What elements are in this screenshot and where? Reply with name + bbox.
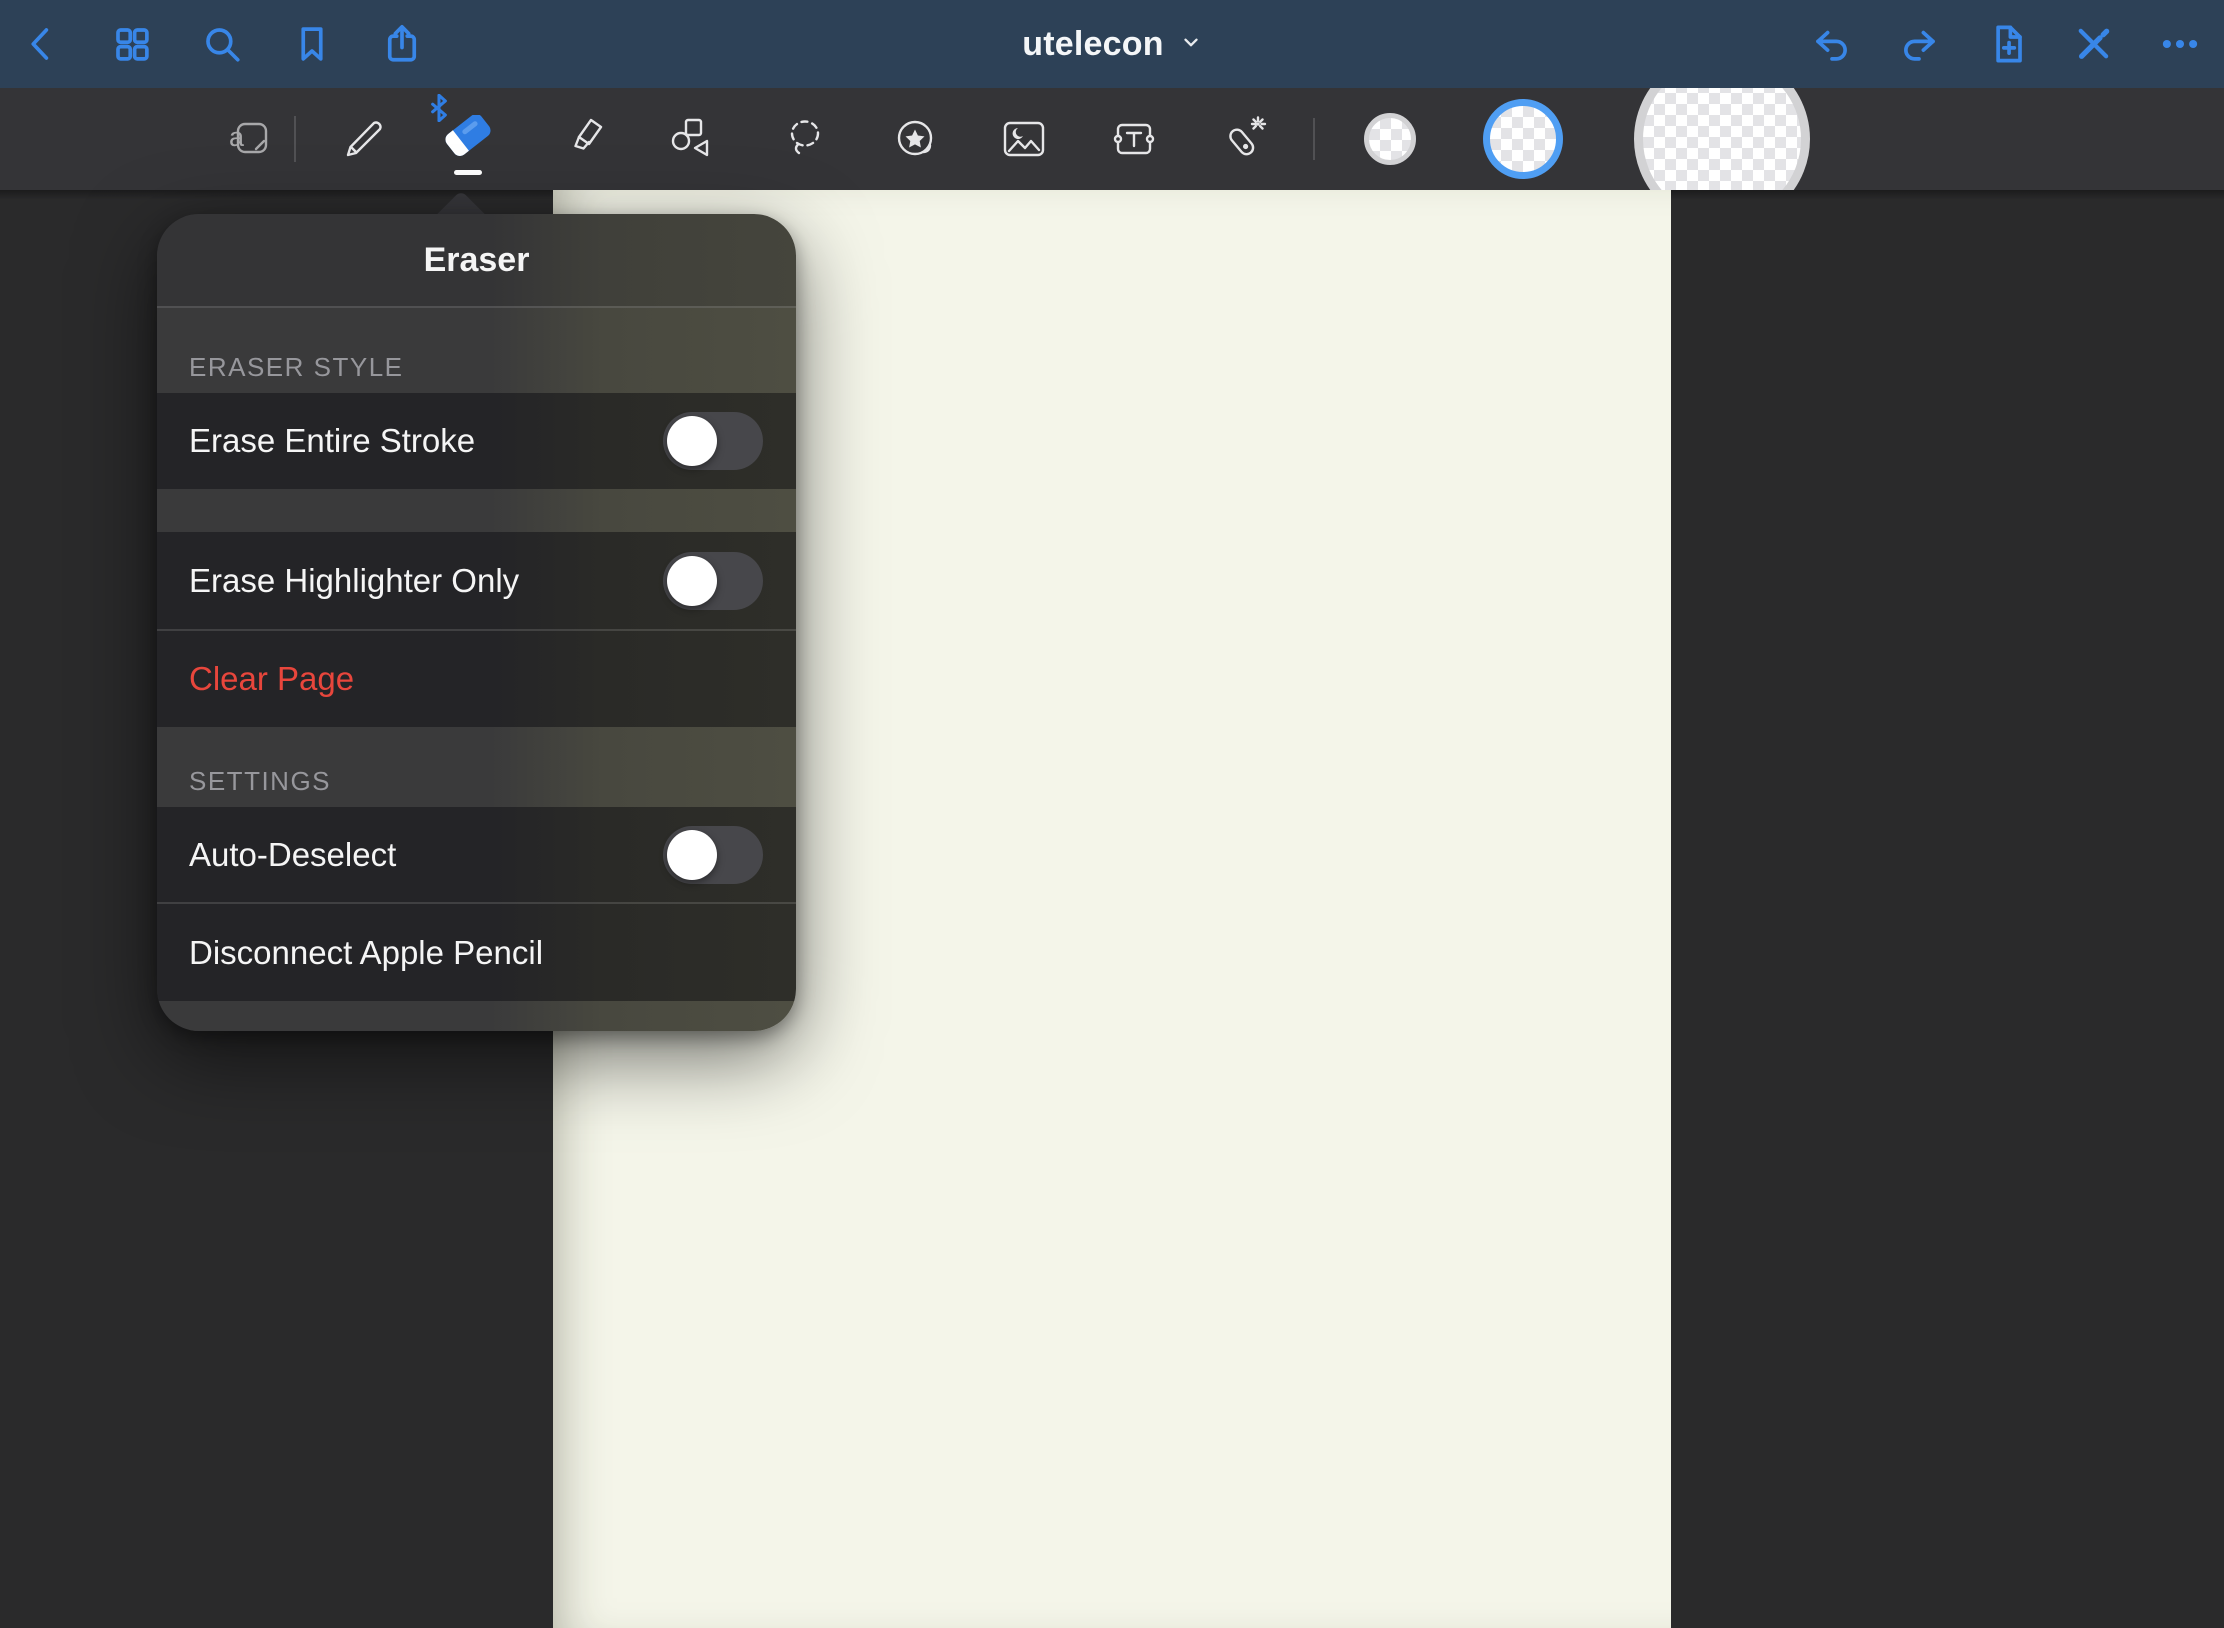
stickers-tool[interactable]	[883, 107, 947, 171]
section-header-settings: SETTINGS	[157, 727, 796, 807]
goodnotes-app-window: utelecon	[0, 0, 2224, 1628]
search-icon	[201, 23, 243, 65]
more-options-button[interactable]	[2152, 16, 2208, 72]
nav-right-group	[1804, 16, 2208, 72]
pen-icon	[340, 115, 388, 163]
toggle-knob	[667, 556, 717, 606]
tool-bar: a	[0, 88, 2224, 190]
svg-text:a: a	[229, 122, 245, 152]
bookmark-icon	[291, 23, 333, 65]
eraser-popup: Eraser ERASER STYLE Erase Entire Stroke …	[157, 214, 796, 1031]
erase-entire-stroke-label: Erase Entire Stroke	[189, 422, 475, 460]
document-title[interactable]: utelecon	[1022, 25, 1163, 64]
shapes-tool[interactable]	[660, 107, 724, 171]
crossed-pencil-icon	[2072, 23, 2114, 65]
zoom-window-tool[interactable]: a	[220, 107, 284, 171]
laser-pointer-icon	[1221, 115, 1269, 163]
image-icon	[1000, 115, 1048, 163]
laser-pointer-tool[interactable]	[1213, 107, 1277, 171]
eraser-popup-wrapper: Eraser ERASER STYLE Erase Entire Stroke …	[157, 214, 796, 1031]
selected-tool-indicator	[454, 170, 482, 175]
toolbar-divider	[294, 116, 296, 162]
clear-page-button[interactable]: Clear Page	[157, 629, 796, 727]
back-chevron-icon	[21, 23, 63, 65]
row-erase-highlighter-only: Erase Highlighter Only	[157, 532, 796, 629]
text-tool[interactable]	[1102, 107, 1166, 171]
add-page-button[interactable]	[1978, 16, 2034, 72]
eraser-tool[interactable]	[436, 107, 500, 171]
eraser-size-large-swatch[interactable]	[1634, 88, 1810, 190]
eraser-icon	[444, 115, 492, 163]
erase-highlighter-only-toggle[interactable]	[663, 552, 763, 610]
erase-entire-stroke-toggle[interactable]	[663, 412, 763, 470]
grid-icon	[111, 23, 153, 65]
shapes-icon	[668, 115, 716, 163]
section-spacer	[157, 489, 796, 532]
popup-title: Eraser	[157, 214, 796, 308]
thumbnails-button[interactable]	[104, 16, 160, 72]
redo-button[interactable]	[1891, 16, 1947, 72]
row-erase-entire-stroke: Erase Entire Stroke	[157, 393, 796, 489]
clear-page-label: Clear Page	[189, 660, 354, 698]
undo-icon	[1811, 23, 1853, 65]
row-auto-deselect: Auto-Deselect	[157, 807, 796, 902]
nav-left-group	[0, 16, 430, 72]
back-button[interactable]	[14, 16, 70, 72]
ellipsis-icon	[2159, 23, 2201, 65]
zoom-window-icon: a	[228, 115, 276, 163]
toolbar-divider	[1313, 118, 1315, 160]
eraser-size-small-swatch[interactable]	[1364, 113, 1416, 165]
eraser-size-medium-swatch-selected[interactable]	[1483, 99, 1563, 179]
highlighter-tool[interactable]	[555, 107, 619, 171]
image-tool[interactable]	[992, 107, 1056, 171]
section-header-eraser-style: ERASER STYLE	[157, 345, 796, 393]
erase-highlighter-only-label: Erase Highlighter Only	[189, 562, 519, 600]
popup-bottom-padding	[157, 1001, 796, 1031]
lasso-tool[interactable]	[773, 107, 837, 171]
disconnect-apple-pencil-label: Disconnect Apple Pencil	[189, 934, 543, 972]
toggle-knob	[667, 416, 717, 466]
auto-deselect-toggle[interactable]	[663, 826, 763, 884]
bookmark-button[interactable]	[284, 16, 340, 72]
read-only-toggle-button[interactable]	[2065, 16, 2121, 72]
nav-bar: utelecon	[0, 0, 2224, 88]
sticker-star-icon	[891, 115, 939, 163]
text-icon	[1110, 115, 1158, 163]
pen-tool[interactable]	[332, 107, 396, 171]
redo-icon	[1898, 23, 1940, 65]
toggle-knob	[667, 830, 717, 880]
share-icon	[381, 23, 423, 65]
bluetooth-icon	[430, 94, 448, 127]
title-chevron-down-icon[interactable]	[1180, 31, 1202, 58]
undo-button[interactable]	[1804, 16, 1860, 72]
share-button[interactable]	[374, 16, 430, 72]
auto-deselect-label: Auto-Deselect	[189, 836, 396, 874]
lasso-icon	[781, 115, 829, 163]
disconnect-apple-pencil-button[interactable]: Disconnect Apple Pencil	[157, 902, 796, 1001]
search-button[interactable]	[194, 16, 250, 72]
section-spacer	[157, 308, 796, 345]
add-page-icon	[1985, 23, 2027, 65]
highlighter-icon	[563, 115, 611, 163]
